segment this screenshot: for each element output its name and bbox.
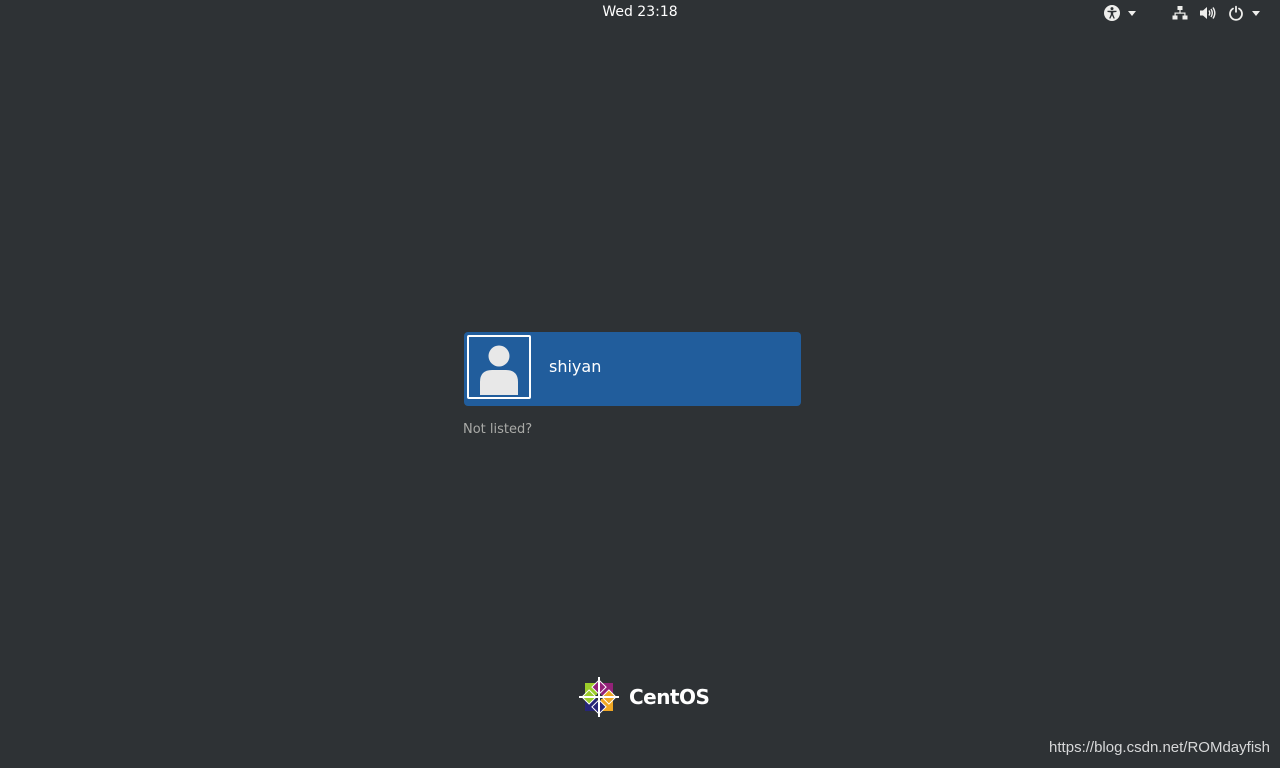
centos-logo: CentOS [577, 675, 710, 719]
system-menu[interactable] [1170, 3, 1264, 23]
user-avatar-icon [480, 345, 518, 395]
clock[interactable]: Wed 23:18 [602, 4, 677, 20]
top-bar: Wed 23:18 [0, 0, 1280, 26]
not-listed-link[interactable]: Not listed? [463, 422, 532, 437]
user-name: shiyan [549, 357, 602, 376]
logo-text: CentOS [629, 685, 710, 709]
watermark: https://blog.csdn.net/ROMdayfish [1049, 739, 1270, 756]
accessibility-icon [1102, 3, 1122, 23]
network-icon [1170, 3, 1190, 23]
login-screen: Wed 23:18 shiyan Not listed? CentOS http… [0, 0, 1280, 768]
clock-area: Wed 23:18 [0, 4, 1280, 20]
chevron-down-icon [1128, 10, 1136, 16]
chevron-down-icon [1252, 10, 1260, 16]
avatar [467, 335, 531, 399]
volume-icon [1198, 3, 1218, 23]
accessibility-menu[interactable] [1102, 3, 1140, 23]
power-icon [1226, 3, 1246, 23]
user-list-item[interactable]: shiyan [464, 332, 801, 406]
centos-logo-icon [579, 677, 619, 717]
